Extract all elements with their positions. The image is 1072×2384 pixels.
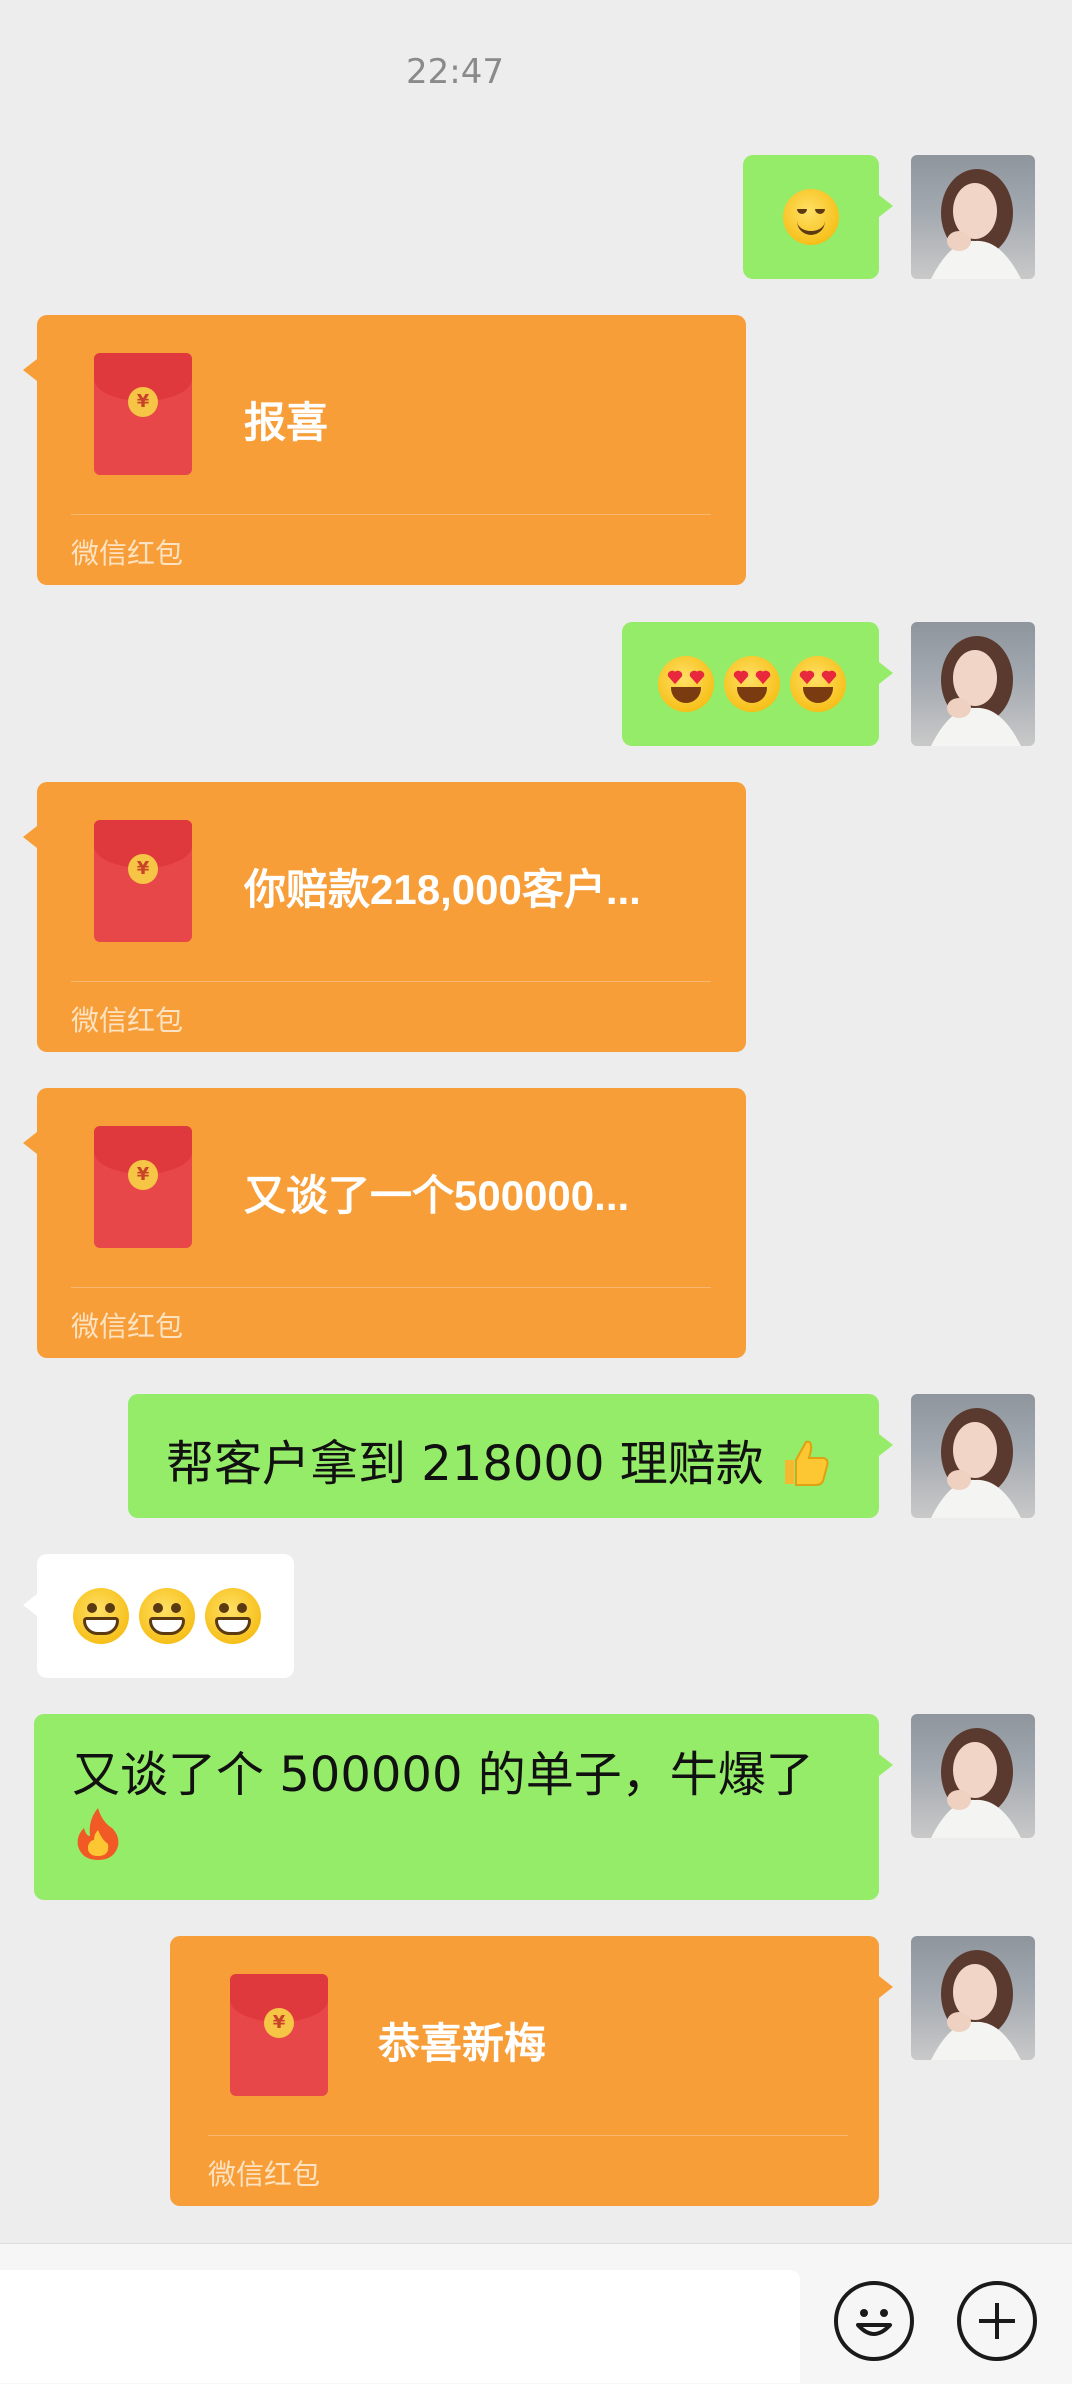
- red-packet-title: 又谈了一个500000...: [244, 1172, 630, 1219]
- divider: [71, 981, 711, 982]
- chat-bubble-sent[interactable]: [622, 622, 879, 746]
- message-text: 帮客户拿到 218000 理赔款: [166, 1436, 764, 1492]
- avatar[interactable]: [911, 622, 1035, 746]
- red-packet-icon: ¥: [94, 1126, 192, 1248]
- red-packet-title: 你赔款218,000客户...: [244, 866, 641, 913]
- thumbs-up-icon: [785, 1440, 829, 1486]
- avatar-portrait-icon: [931, 169, 1021, 279]
- message-row: [0, 622, 1072, 746]
- message-text: 又谈了个 500000 的单子，牛爆了: [72, 1747, 814, 1803]
- message-row: [0, 1554, 1072, 1678]
- message-input[interactable]: [0, 2270, 800, 2383]
- timestamp: 22:47: [406, 52, 504, 92]
- bubble-tail: [879, 195, 893, 217]
- avatar[interactable]: [911, 1936, 1035, 2060]
- avatar-portrait-icon: [931, 636, 1021, 746]
- heart-eyes-face-icon: [658, 656, 714, 712]
- red-packet-message[interactable]: ¥ 恭喜新梅 微信红包: [170, 1936, 879, 2206]
- message-row: [0, 155, 1072, 279]
- message-row: 帮客户拿到 218000 理赔款: [0, 1394, 1072, 1518]
- bubble-tail: [879, 1976, 893, 1998]
- chat-bubble-sent[interactable]: [743, 155, 879, 279]
- bubble-tail: [879, 662, 893, 684]
- emoji-face-icon[interactable]: [834, 2281, 914, 2361]
- message-row: ¥ 你赔款218,000客户... 微信红包: [0, 782, 1072, 1052]
- heart-eyes-face-icon: [724, 656, 780, 712]
- message-row: ¥ 又谈了一个500000... 微信红包: [0, 1088, 1072, 1358]
- avatar-portrait-icon: [931, 1728, 1021, 1838]
- message-row: ¥ 报喜 微信红包: [0, 315, 1072, 585]
- bubble-tail: [23, 1132, 37, 1154]
- avatar-portrait-icon: [931, 1408, 1021, 1518]
- avatar[interactable]: [911, 155, 1035, 279]
- red-packet-label: 微信红包: [71, 1310, 184, 1343]
- red-packet-title: 恭喜新梅: [378, 2020, 547, 2067]
- red-packet-icon: ¥: [94, 353, 192, 475]
- red-packet-label: 微信红包: [71, 537, 184, 570]
- bubble-tail: [879, 1434, 893, 1456]
- grinning-face-icon: [139, 1588, 195, 1644]
- avatar[interactable]: [911, 1714, 1035, 1838]
- divider: [208, 2135, 848, 2136]
- red-packet-label: 微信红包: [208, 2158, 321, 2191]
- red-packet-icon: ¥: [230, 1974, 328, 2096]
- avatar-portrait-icon: [931, 1950, 1021, 2060]
- bubble-tail: [879, 1754, 893, 1776]
- bubble-tail: [23, 359, 37, 381]
- red-packet-message[interactable]: ¥ 报喜 微信红包: [37, 315, 746, 585]
- plus-circle-icon[interactable]: [957, 2281, 1037, 2361]
- red-packet-title: 报喜: [244, 399, 329, 446]
- red-packet-message[interactable]: ¥ 你赔款218,000客户... 微信红包: [37, 782, 746, 1052]
- divider: [71, 1287, 711, 1288]
- message-row: ¥ 恭喜新梅 微信红包: [0, 1936, 1072, 2206]
- red-packet-icon: ¥: [94, 820, 192, 942]
- divider: [71, 514, 711, 515]
- heart-eyes-face-icon: [790, 656, 846, 712]
- message-row: 又谈了个 500000 的单子，牛爆了: [0, 1714, 1072, 1900]
- bubble-tail: [23, 826, 37, 848]
- grinning-face-icon: [73, 1588, 129, 1644]
- smiling-face-icon: [783, 189, 839, 245]
- red-packet-label: 微信红包: [71, 1004, 184, 1037]
- avatar[interactable]: [911, 1394, 1035, 1518]
- chat-bubble-sent[interactable]: 帮客户拿到 218000 理赔款: [128, 1394, 879, 1518]
- chat-bubble-received[interactable]: [37, 1554, 294, 1678]
- red-packet-message[interactable]: ¥ 又谈了一个500000... 微信红包: [37, 1088, 746, 1358]
- chat-bubble-sent[interactable]: 又谈了个 500000 的单子，牛爆了: [34, 1714, 879, 1900]
- grinning-face-icon: [205, 1588, 261, 1644]
- fire-icon: [77, 1808, 119, 1860]
- bubble-tail: [23, 1594, 37, 1616]
